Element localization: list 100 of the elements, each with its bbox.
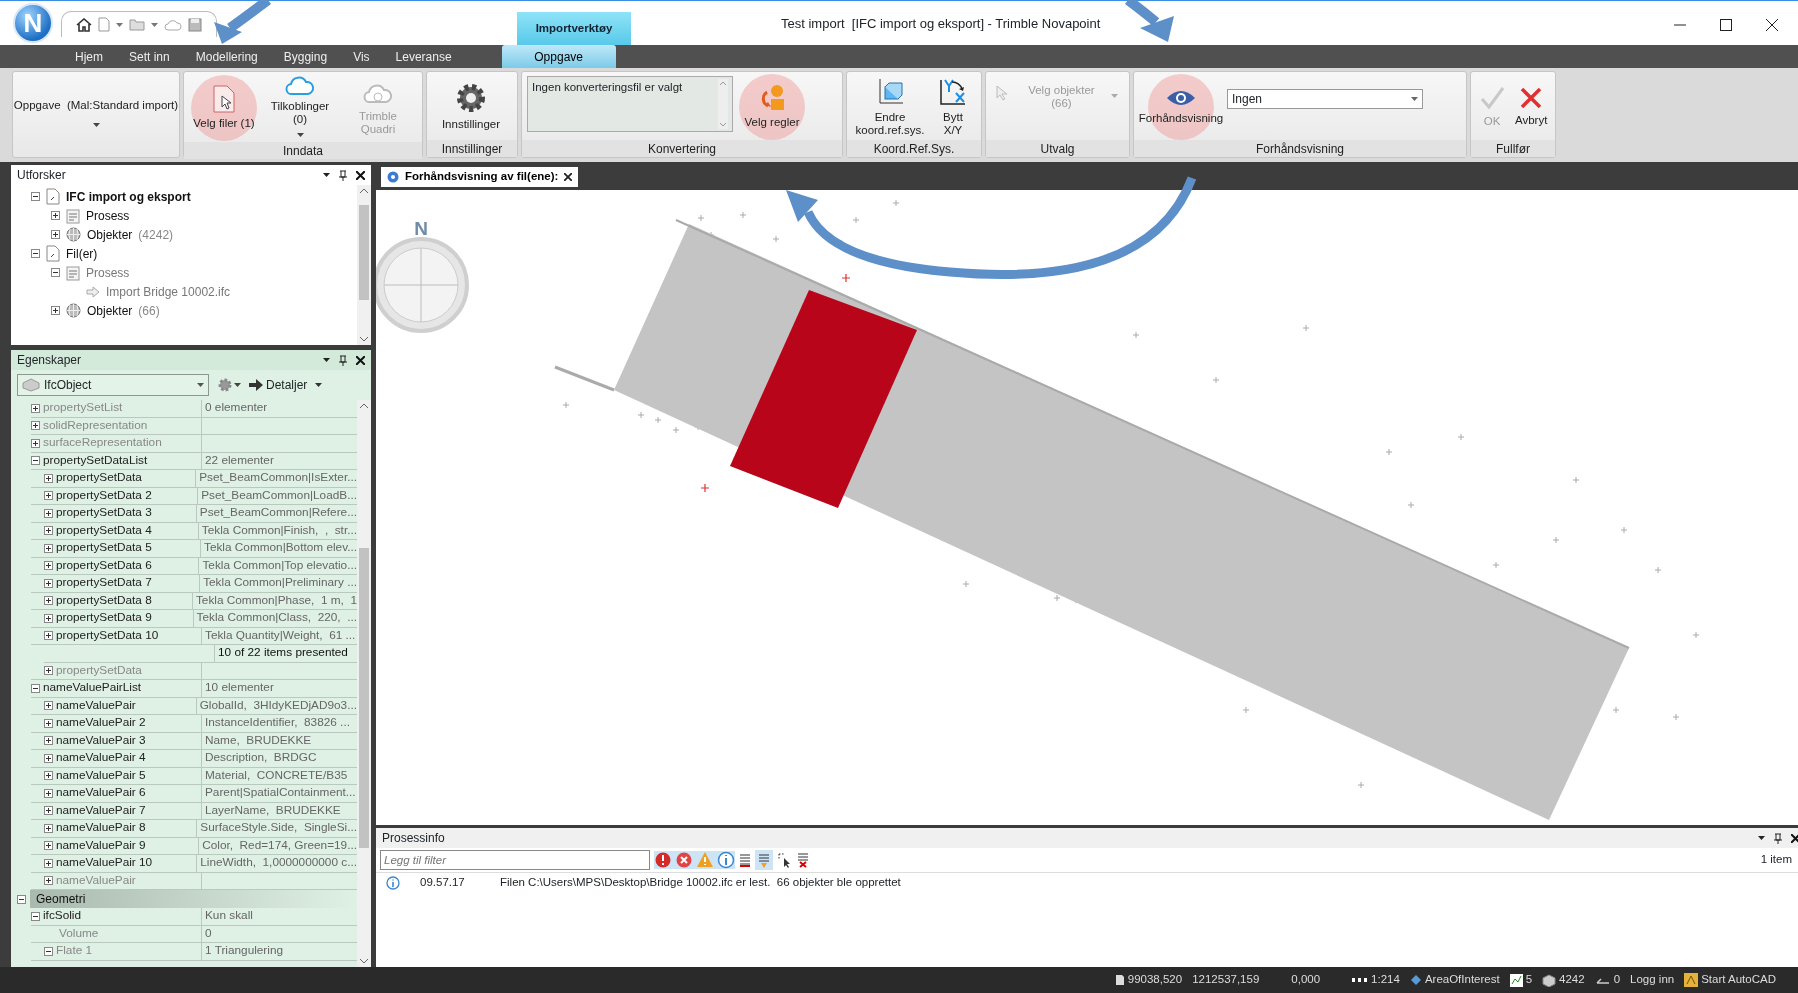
expand-icon[interactable]: [44, 771, 53, 781]
ribbon-button[interactable]: Velg regler: [737, 74, 807, 140]
property-name: surfaceRepresentation: [43, 434, 162, 452]
scrollbar[interactable]: [357, 185, 371, 345]
close-icon[interactable]: [1766, 19, 1778, 31]
clear-list-icon[interactable]: [797, 852, 809, 868]
close-icon[interactable]: [356, 355, 365, 365]
expand-icon[interactable]: [44, 841, 53, 851]
ribbon-tab[interactable]: Modellering: [182, 45, 271, 68]
maximize-icon[interactable]: [1720, 19, 1732, 31]
pin-icon[interactable]: [339, 354, 347, 366]
tree-item[interactable]: Objekter: [87, 225, 133, 244]
tree-item[interactable]: Prosess: [86, 263, 130, 282]
globe-icon: [66, 227, 81, 242]
pin-icon[interactable]: [1774, 832, 1782, 844]
expand-icon[interactable]: [44, 508, 53, 518]
ribbon-button[interactable]: Avbryt: [1512, 74, 1551, 140]
close-icon[interactable]: [1791, 833, 1798, 843]
expand-icon[interactable]: [44, 596, 53, 606]
collapse-icon[interactable]: [17, 894, 26, 904]
scrollbar[interactable]: [357, 400, 371, 967]
property-value: Tekla Common|Phase, 1 m, 1: [191, 592, 357, 610]
object-dropdown[interactable]: IfcObject: [17, 374, 209, 396]
expand-icon[interactable]: [44, 718, 53, 728]
ribbon-tab[interactable]: Oppgave: [501, 45, 616, 68]
tree-item[interactable]: Objekter: [87, 301, 133, 320]
expand-icon[interactable]: [44, 736, 53, 746]
expand-icon[interactable]: [44, 561, 53, 571]
expand-icon[interactable]: [44, 788, 53, 798]
ribbon-group-title: Forhåndsvisning: [1134, 140, 1466, 157]
expand-icon[interactable]: [44, 858, 53, 868]
collapse-icon[interactable]: [51, 268, 60, 277]
ribbon-button[interactable]: Tilkoblinger (0): [263, 74, 337, 142]
error-cross-icon[interactable]: [675, 851, 693, 869]
ribbon-tab[interactable]: Sett inn: [116, 45, 183, 68]
list-icon[interactable]: [739, 853, 751, 867]
property-name: propertySetData 3: [56, 504, 152, 522]
expand-icon[interactable]: [31, 421, 40, 431]
tree-item[interactable]: Prosess: [86, 206, 130, 225]
area-icon: [1409, 974, 1422, 986]
details-button[interactable]: Detaljer: [249, 376, 308, 394]
pin-icon[interactable]: [339, 169, 347, 181]
ribbon-tab[interactable]: Bygging: [270, 45, 341, 68]
property-name: nameValuePair 7: [56, 801, 146, 819]
expand-icon[interactable]: [51, 211, 60, 220]
ribbon-button[interactable]: Endre koord.ref.sys.: [852, 74, 928, 140]
info-icon[interactable]: [717, 851, 735, 869]
collapse-icon[interactable]: [31, 683, 40, 693]
tree-item[interactable]: IFC import og eksport: [66, 187, 191, 206]
scroll-up-icon: [360, 188, 368, 193]
gear-icon[interactable]: [217, 377, 233, 393]
expand-icon[interactable]: [44, 631, 53, 641]
save-icon[interactable]: [188, 17, 202, 32]
collapse-icon[interactable]: [31, 456, 40, 466]
expand-icon[interactable]: [44, 753, 53, 763]
expand-icon[interactable]: [44, 578, 53, 588]
collapse-icon[interactable]: [44, 946, 53, 956]
close-icon[interactable]: [564, 173, 573, 181]
ribbon-button[interactable]: Bytt X/Y: [932, 74, 974, 140]
error-icon[interactable]: [654, 851, 672, 869]
expand-icon[interactable]: [44, 876, 53, 886]
expand-icon[interactable]: [44, 491, 53, 501]
tree-item[interactable]: Fil(er): [66, 244, 98, 263]
caret-icon: [315, 383, 323, 387]
document-tab[interactable]: Forhåndsvisning av fil(ene):: [381, 167, 579, 187]
property-value: LineWidth, 1,0000000000 c...: [196, 855, 357, 873]
expand-icon[interactable]: [44, 543, 53, 553]
ribbon-tab[interactable]: Leveranse: [382, 45, 465, 68]
expand-icon[interactable]: [44, 823, 53, 833]
expand-icon[interactable]: [31, 403, 40, 413]
expand-icon[interactable]: [31, 438, 40, 448]
filter-lines-icon[interactable]: [758, 852, 770, 869]
conversion-listbox[interactable]: Ingen konverteringsfil er valgt: [527, 76, 733, 132]
expand-icon[interactable]: [44, 473, 53, 483]
expand-icon[interactable]: [44, 613, 53, 623]
selected-slab[interactable]: [730, 290, 917, 508]
close-icon[interactable]: [356, 170, 365, 180]
expand-icon[interactable]: [44, 526, 53, 536]
expand-icon[interactable]: [44, 666, 53, 676]
expand-icon[interactable]: [44, 806, 53, 816]
ribbon-button[interactable]: Velg filer (1): [189, 74, 259, 142]
caret-icon: [1758, 836, 1765, 840]
expand-icon[interactable]: [51, 306, 60, 315]
collapse-icon[interactable]: [31, 911, 40, 921]
preview-dropdown[interactable]: Ingen: [1227, 89, 1423, 109]
collapse-icon[interactable]: [31, 249, 40, 258]
home-icon[interactable]: [76, 17, 92, 32]
ribbon-button[interactable]: Innstillinger: [432, 74, 510, 140]
caret-icon: [323, 358, 330, 362]
expand-icon[interactable]: [44, 701, 53, 711]
selection-icon[interactable]: [777, 852, 793, 868]
status-text: 1:214: [1371, 972, 1400, 988]
collapse-icon[interactable]: [31, 192, 40, 201]
tree-item[interactable]: Import Bridge 10002.ifc: [106, 282, 231, 301]
property-value: Color, Red=174, Green=19...: [198, 837, 357, 855]
property-name: nameValuePair: [56, 871, 136, 889]
filter-field[interactable]: Legg til filter: [380, 850, 650, 870]
expand-icon[interactable]: [51, 230, 60, 239]
ribbon-tab[interactable]: Vis: [340, 45, 383, 68]
ribbon-tab[interactable]: Hjem: [62, 45, 116, 68]
